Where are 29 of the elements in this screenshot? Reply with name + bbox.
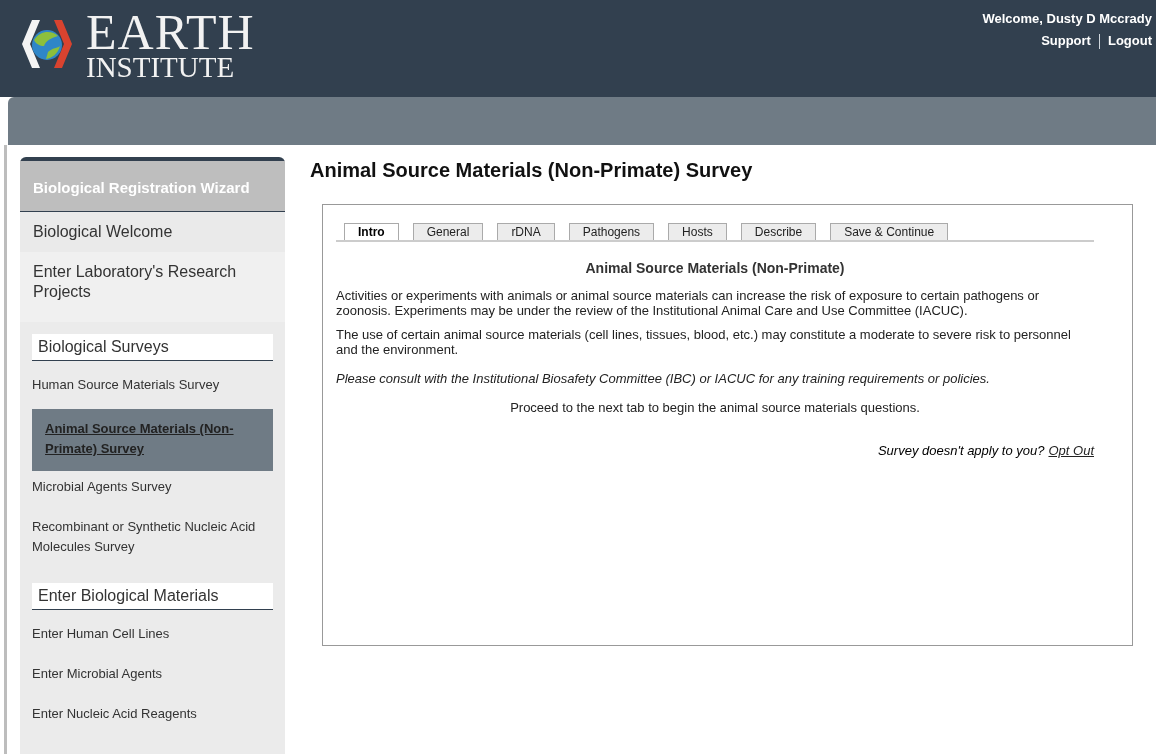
sidebar-link[interactable]: Enter Nucleic Acid Reagents (20, 698, 285, 738)
sidebar-link[interactable]: Human Source Materials Survey (20, 369, 285, 409)
sidebar-link[interactable]: Enter Human Cell Lines (20, 618, 285, 658)
paragraph: Proceed to the next tab to begin the animal source materials questions. (509, 400, 921, 415)
sidebar-section-header: Enter Biological Materials (32, 583, 273, 610)
header-link[interactable]: Support (1041, 30, 1091, 52)
tab[interactable]: Save & Continue (830, 223, 949, 240)
sidebar-section-header: Biological Surveys (32, 334, 273, 361)
sidebar-link[interactable]: Recombinant or Synthetic Nucleic Acid Molecules Survey (20, 511, 285, 571)
sidebar-title: Biological Registration Wizard (20, 161, 285, 212)
paragraph: The use of certain animal source materials (cell lines, tissues, blood, etc.) may constitute a moderate to severe risk to personnel and the environment. (336, 327, 1072, 357)
tab[interactable]: Pathogens (568, 223, 655, 240)
sidebar-link[interactable]: Enter Microbial Agents (20, 658, 285, 698)
tab[interactable]: General (412, 223, 484, 240)
tab[interactable]: Describe (740, 223, 817, 240)
section-heading: Animal Source Materials (Non-Primate) (584, 260, 846, 276)
paragraph: Please consult with the Institutional Biosafety Committee (IBC) or IACUC for any training requirements or policies. (336, 371, 991, 386)
paragraph: Activities or experiments with animals or animal source materials can increase the risk of exposure to certain pathogens or zoonosis. Experiments may be under the review of the Institutional Animal Care and Use Committee (IACUC). (336, 288, 1041, 318)
header-link[interactable]: Logout (1107, 30, 1152, 52)
tab[interactable]: Intro (344, 223, 399, 240)
opt-out-link[interactable]: Opt Out (1048, 443, 1094, 458)
page-title: Animal Source Materials (Non-Primate) Survey (310, 159, 754, 182)
tab[interactable]: Hosts (668, 223, 727, 240)
tab[interactable]: rDNA (497, 223, 555, 240)
sidebar-link[interactable]: Animal Source Materials (Non-Primate) Survey (32, 409, 273, 471)
sidebar-item[interactable]: Enter Laboratory's Research Projects (20, 252, 285, 322)
welcome-text: Welcome, Dusty D Mccrady (982, 10, 1152, 28)
opt-out-question: Survey doesn't apply to you? (877, 443, 1045, 458)
sidebar-link[interactable]: Microbial Agents Survey (20, 471, 285, 511)
